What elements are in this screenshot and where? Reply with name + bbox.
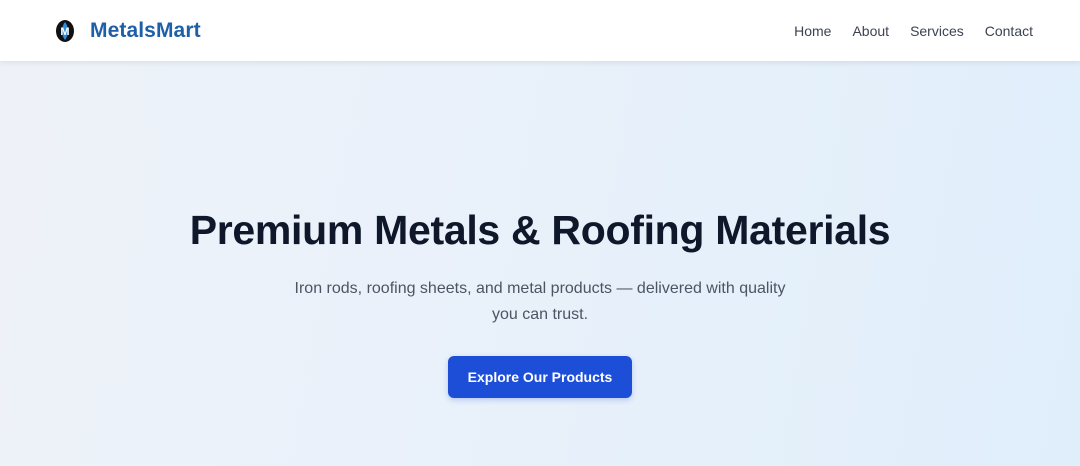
nav-link-services[interactable]: Services: [910, 23, 964, 39]
hero-section: Premium Metals & Roofing Materials Iron …: [0, 61, 1080, 466]
svg-text:M: M: [60, 26, 69, 38]
hero-subtitle: Iron rods, roofing sheets, and metal pro…: [294, 280, 786, 323]
explore-products-button[interactable]: Explore Our Products: [447, 356, 633, 398]
nav-links: Home About Services Contact: [794, 23, 1033, 39]
nav-link-home[interactable]: Home: [794, 23, 831, 39]
navbar: M MetalsMart Home About Services Contact: [0, 0, 1080, 61]
brand-name: MetalsMart: [90, 18, 201, 42]
nav-link-about[interactable]: About: [852, 23, 889, 39]
metalsmart-logo-icon: M: [54, 19, 76, 43]
brand[interactable]: M MetalsMart: [54, 19, 201, 43]
nav-link-contact[interactable]: Contact: [985, 23, 1033, 39]
hero-title: Premium Metals & Roofing Materials: [189, 207, 891, 253]
